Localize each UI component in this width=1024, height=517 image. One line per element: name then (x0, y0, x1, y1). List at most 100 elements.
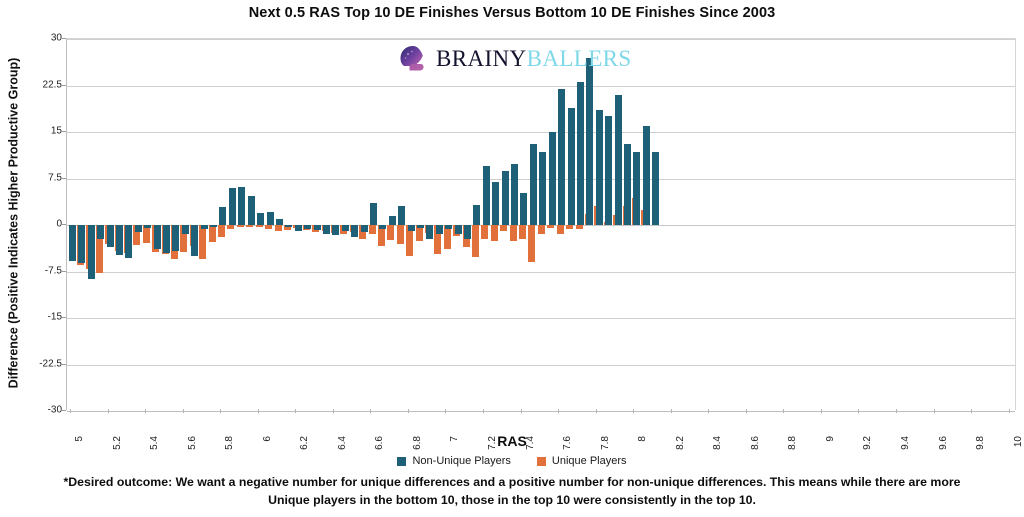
bar-group (321, 39, 338, 410)
bar-group (462, 39, 480, 410)
bar-group (415, 39, 433, 410)
bar-nonunique[interactable] (482, 166, 490, 225)
bar-nonunique[interactable] (341, 225, 349, 232)
bar-nonunique[interactable] (78, 225, 86, 264)
x-tick-mark (333, 409, 334, 413)
bar-nonunique[interactable] (529, 144, 537, 225)
x-axis-title: RAS (497, 433, 527, 449)
bar-nonunique[interactable] (332, 225, 340, 235)
bar-nonunique[interactable] (266, 211, 274, 225)
bar-group (979, 39, 988, 410)
bar-nonunique[interactable] (322, 225, 330, 234)
bar-nonunique[interactable] (492, 182, 500, 225)
bar-nonunique[interactable] (464, 225, 472, 240)
bar-nonunique[interactable] (304, 225, 312, 230)
bar-nonunique[interactable] (567, 108, 575, 225)
bar-nonunique[interactable] (633, 151, 641, 225)
bar-group (904, 39, 913, 410)
bar-group (453, 39, 470, 410)
bar-nonunique[interactable] (558, 89, 566, 225)
bar-nonunique[interactable] (548, 132, 556, 225)
x-tick-mark (783, 409, 784, 413)
bar-group (763, 39, 772, 410)
bar-nonunique[interactable] (210, 225, 218, 228)
bar-nonunique[interactable] (69, 225, 76, 261)
legend-item[interactable]: Non-Unique Players (397, 455, 511, 467)
bar-nonunique[interactable] (285, 225, 293, 227)
bar-nonunique[interactable] (623, 144, 631, 225)
bar-nonunique[interactable] (539, 151, 547, 225)
bar-nonunique[interactable] (247, 196, 255, 225)
bar-nonunique[interactable] (106, 225, 114, 247)
bar-nonunique[interactable] (576, 82, 584, 225)
plot-area (66, 38, 1016, 412)
bar-nonunique[interactable] (605, 115, 613, 225)
x-tick-mark (483, 409, 484, 413)
bar-nonunique[interactable] (125, 225, 133, 258)
bar-nonunique[interactable] (360, 225, 368, 233)
bar-group (735, 39, 744, 410)
bar-series-container (67, 39, 1015, 410)
bar-nonunique[interactable] (388, 215, 396, 225)
bar-nonunique[interactable] (172, 225, 180, 252)
bar-nonunique[interactable] (294, 225, 302, 231)
legend-item[interactable]: Unique Players (536, 455, 627, 467)
bar-nonunique[interactable] (144, 225, 152, 229)
y-tick-label: 7.5 (48, 172, 62, 183)
bar-nonunique[interactable] (275, 219, 283, 225)
bar-group (970, 39, 979, 410)
bar-group (471, 39, 489, 410)
bar-group (641, 39, 650, 410)
bar-nonunique[interactable] (351, 225, 359, 238)
bar-nonunique[interactable] (219, 207, 227, 225)
bar-nonunique[interactable] (454, 225, 462, 235)
football-helmet-icon (400, 46, 424, 71)
bar-nonunique[interactable] (134, 225, 142, 233)
bar-nonunique[interactable] (445, 225, 453, 230)
bar-nonunique[interactable] (379, 225, 387, 229)
bar-group (302, 39, 320, 410)
bar-nonunique[interactable] (417, 225, 425, 229)
bar-nonunique[interactable] (642, 125, 650, 225)
bar-nonunique[interactable] (369, 203, 377, 225)
bar-nonunique[interactable] (97, 225, 105, 239)
bar-nonunique[interactable] (181, 225, 189, 235)
bar-group (725, 39, 734, 410)
bar-nonunique[interactable] (116, 225, 124, 255)
bar-group (942, 39, 951, 410)
bar-nonunique[interactable] (163, 225, 171, 253)
bar-nonunique[interactable] (426, 225, 434, 240)
bar-nonunique[interactable] (473, 205, 481, 225)
bar-nonunique[interactable] (614, 94, 622, 225)
bar-nonunique[interactable] (652, 151, 660, 225)
bar-group (283, 39, 301, 410)
bar-nonunique[interactable] (87, 225, 95, 279)
x-tick-mark (70, 409, 71, 413)
bar-nonunique[interactable] (520, 192, 528, 225)
bar-nonunique[interactable] (257, 212, 265, 225)
bar-nonunique[interactable] (200, 225, 208, 229)
bar-nonunique[interactable] (586, 57, 594, 225)
bar-nonunique[interactable] (313, 225, 321, 230)
bar-group (951, 39, 960, 410)
bar-nonunique[interactable] (228, 187, 236, 225)
x-tick-mark (370, 409, 371, 413)
bar-group (829, 39, 838, 410)
bar-nonunique[interactable] (595, 110, 603, 225)
bar-nonunique[interactable] (191, 225, 199, 256)
bar-nonunique[interactable] (398, 206, 406, 225)
x-tick-mark (971, 409, 972, 413)
chart-legend: Non-Unique Players Unique Players (0, 455, 1024, 467)
bar-nonunique[interactable] (435, 225, 443, 234)
bar-nonunique[interactable] (153, 225, 161, 249)
bar-nonunique[interactable] (407, 225, 415, 231)
bar-group (189, 39, 207, 410)
bar-group (359, 39, 376, 410)
bar-group (622, 39, 639, 410)
bar-nonunique[interactable] (238, 186, 246, 225)
bar-nonunique[interactable] (511, 164, 519, 225)
bar-group (67, 39, 84, 410)
bar-nonunique[interactable] (501, 171, 509, 225)
x-tick-mark (108, 409, 109, 413)
bar-group (594, 39, 611, 410)
